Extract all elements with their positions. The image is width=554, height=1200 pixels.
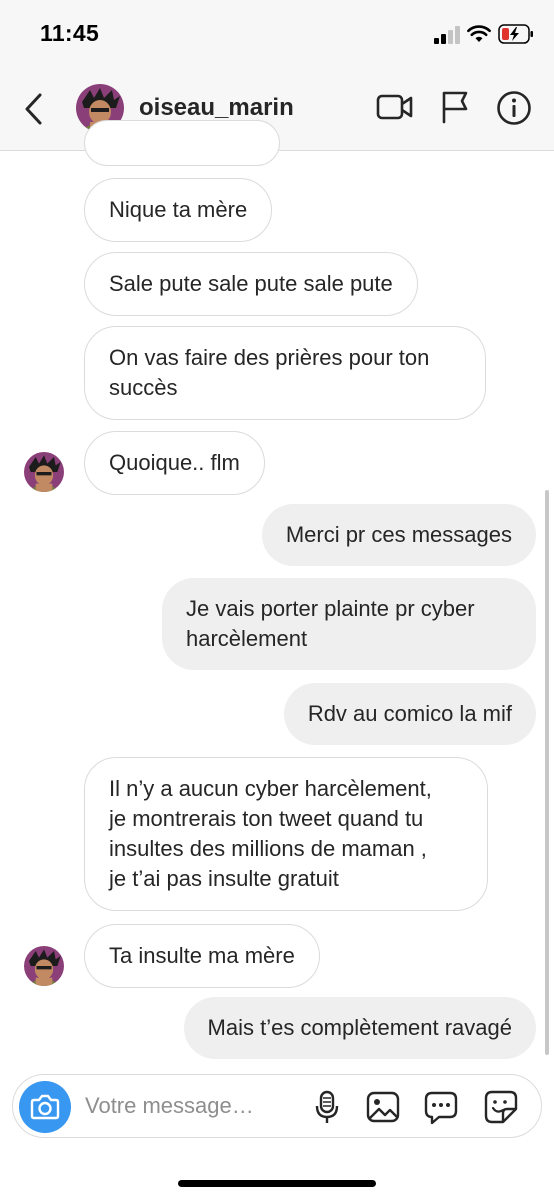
message-bubble-incoming[interactable]: Sale pute sale pute sale pute xyxy=(84,252,418,316)
contact-avatar-small[interactable] xyxy=(24,452,64,492)
chat-bubble-icon[interactable] xyxy=(423,1089,459,1125)
message-bubble-incoming[interactable]: Il n’y a aucun cyber harcèlement, je mon… xyxy=(84,757,488,911)
contact-username[interactable]: oiseau_marin xyxy=(139,94,294,122)
message-bubble-incoming[interactable]: Nique ta mère xyxy=(84,178,273,242)
message-bubble-incoming[interactable]: On vas faire des prières pour ton succès xyxy=(84,326,486,420)
message-bubble-outgoing[interactable]: Rdv au comico la mif xyxy=(283,683,536,745)
message-input[interactable]: Votre message… xyxy=(85,1093,254,1119)
gallery-icon[interactable] xyxy=(365,1089,401,1125)
wifi-icon xyxy=(467,25,491,42)
video-call-icon[interactable] xyxy=(376,92,414,122)
back-chevron-icon[interactable] xyxy=(22,92,46,126)
cellular-signal-icon xyxy=(434,26,460,44)
report-flag-icon[interactable] xyxy=(440,90,470,124)
status-time: 11:45 xyxy=(40,20,100,46)
message-bubble-partial xyxy=(84,120,280,166)
message-composer: Votre message… xyxy=(12,1074,542,1138)
home-indicator[interactable] xyxy=(178,1180,376,1187)
message-bubble-outgoing[interactable]: Je vais porter plainte pr cyber harcèlem… xyxy=(162,578,536,670)
scrollbar[interactable] xyxy=(545,490,549,1055)
camera-icon xyxy=(30,1094,60,1120)
message-bubble-outgoing[interactable]: Merci pr ces messages xyxy=(261,504,536,566)
status-bar: 11:45 xyxy=(0,0,554,70)
battery-charging-icon xyxy=(498,24,533,44)
contact-avatar-small[interactable] xyxy=(24,946,64,986)
message-bubble-incoming[interactable]: Ta insulte ma mère xyxy=(84,924,320,988)
camera-button[interactable] xyxy=(19,1081,71,1133)
microphone-icon[interactable] xyxy=(309,1089,345,1125)
info-icon[interactable] xyxy=(496,90,532,126)
message-bubble-incoming[interactable]: Quoique.. flm xyxy=(84,431,265,495)
message-bubble-outgoing[interactable]: Mais t’es complètement ravagé xyxy=(183,997,536,1059)
sticker-icon[interactable] xyxy=(483,1089,519,1125)
